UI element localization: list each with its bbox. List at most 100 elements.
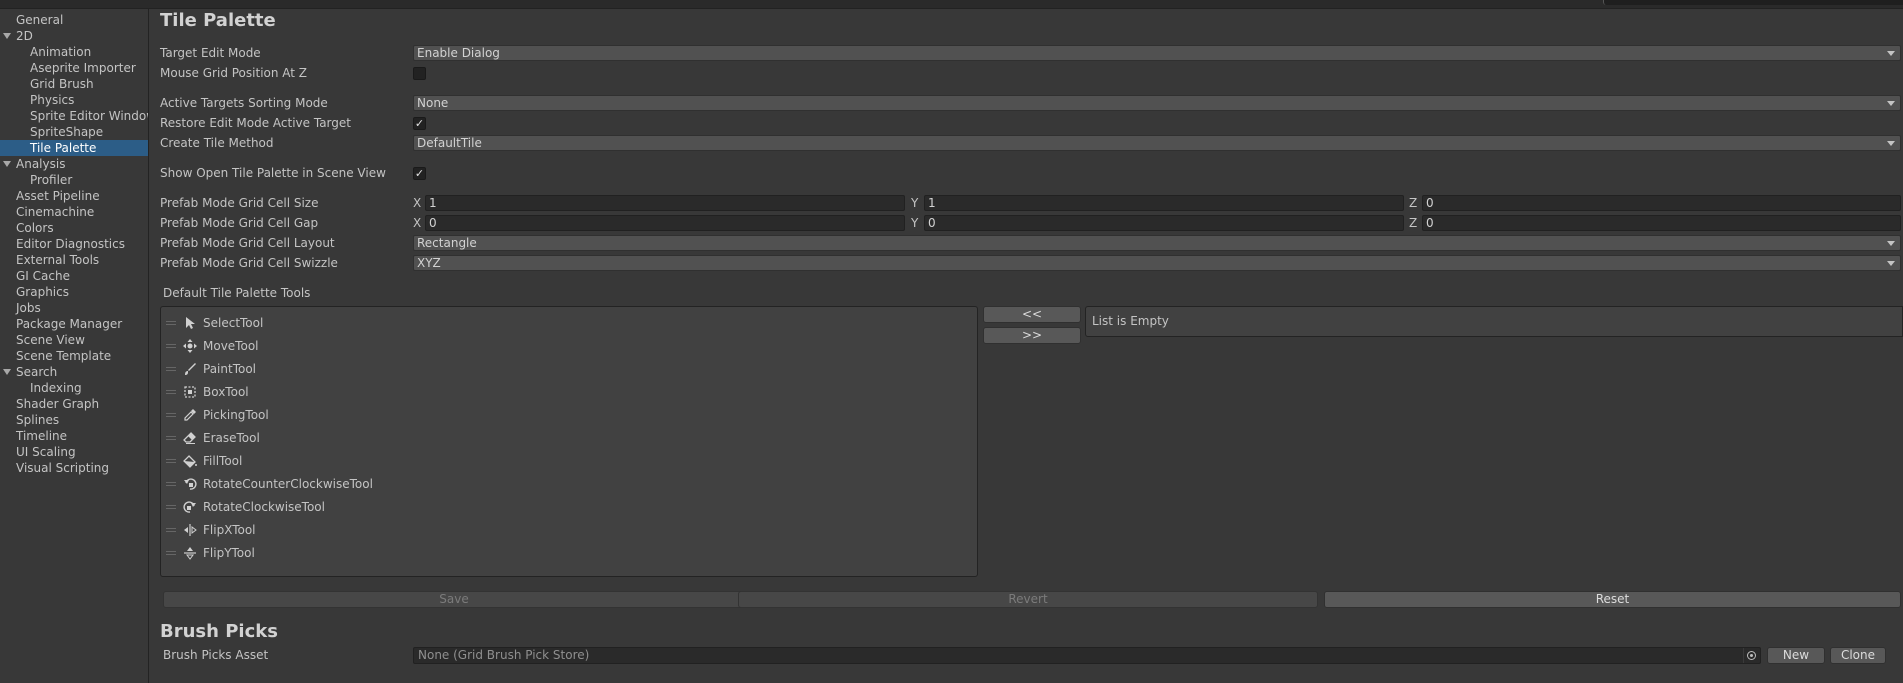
restore-edit-mode-checkbox[interactable]: ✓ — [413, 117, 426, 130]
list-item[interactable]: EraseTool — [161, 427, 977, 450]
cell-layout-dropdown[interactable]: Rectangle — [413, 235, 1901, 251]
cell-swizzle-dropdown[interactable]: XYZ — [413, 255, 1901, 271]
sidebar-item-tile-palette[interactable]: Tile Palette — [0, 140, 148, 156]
object-picker-icon[interactable] — [1747, 651, 1756, 660]
sidebar-item-general[interactable]: General — [0, 12, 148, 28]
create-tile-method-label: Create Tile Method — [160, 136, 274, 150]
list-item[interactable]: RotateClockwiseTool — [161, 496, 977, 519]
list-item[interactable]: SelectTool — [161, 312, 977, 335]
drag-handle-icon[interactable] — [166, 413, 176, 417]
list-item[interactable]: FillTool — [161, 450, 977, 473]
target-edit-mode-dropdown[interactable]: Enable Dialog — [413, 45, 1901, 61]
sidebar-item-sprite-editor-window[interactable]: Sprite Editor Window — [0, 108, 148, 124]
cell-size-x-field[interactable]: 1 — [425, 195, 905, 211]
expand-arrow-icon[interactable] — [3, 369, 11, 375]
sidebar-item-aseprite-importer[interactable]: Aseprite Importer — [0, 60, 148, 76]
sidebar-item-cinemachine[interactable]: Cinemachine — [0, 204, 148, 220]
sidebar-item-indexing[interactable]: Indexing — [0, 380, 148, 396]
sidebar-item-label: Physics — [30, 93, 75, 107]
list-item[interactable]: FlipXTool — [161, 519, 977, 542]
clone-button[interactable]: Clone — [1830, 647, 1886, 664]
sidebar-item-shader-graph[interactable]: Shader Graph — [0, 396, 148, 412]
cell-size-y-field[interactable]: 1 — [924, 195, 1404, 211]
sidebar-item-label: Indexing — [30, 381, 82, 395]
sidebar-item-splines[interactable]: Splines — [0, 412, 148, 428]
sidebar-item-2d[interactable]: 2D — [0, 28, 148, 44]
list-item[interactable]: FlipYTool — [161, 542, 977, 565]
sidebar-item-animation[interactable]: Animation — [0, 44, 148, 60]
sidebar-item-colors[interactable]: Colors — [0, 220, 148, 236]
sidebar-item-label: Tile Palette — [30, 141, 97, 155]
sidebar-item-asset-pipeline[interactable]: Asset Pipeline — [0, 188, 148, 204]
list-item[interactable]: BoxTool — [161, 381, 977, 404]
list-item[interactable]: PaintTool — [161, 358, 977, 381]
cell-gap-x-field[interactable]: 0 — [425, 215, 905, 231]
list-item[interactable]: PickingTool — [161, 404, 977, 427]
cell-size-label: Prefab Mode Grid Cell Size — [160, 196, 319, 210]
list-item[interactable]: RotateCounterClockwiseTool — [161, 473, 977, 496]
drag-handle-icon[interactable] — [166, 505, 176, 509]
tool-name: SelectTool — [203, 316, 264, 330]
brush-picks-asset-field[interactable]: None (Grid Brush Pick Store) — [413, 647, 1761, 664]
create-tile-method-dropdown[interactable]: DefaultTile — [413, 135, 1901, 151]
expand-arrow-icon[interactable] — [3, 33, 11, 39]
drag-handle-icon[interactable] — [166, 390, 176, 394]
sidebar-item-visual-scripting[interactable]: Visual Scripting — [0, 460, 148, 476]
empty-list-text: List is Empty — [1092, 314, 1169, 328]
save-button[interactable]: Save — [163, 591, 745, 608]
drag-handle-icon[interactable] — [166, 367, 176, 371]
expand-arrow-icon[interactable] — [3, 161, 11, 167]
sidebar-item-jobs[interactable]: Jobs — [0, 300, 148, 316]
mouse-grid-position-checkbox[interactable] — [413, 67, 426, 80]
drag-handle-icon[interactable] — [166, 482, 176, 486]
show-open-tile-palette-label: Show Open Tile Palette in Scene View — [160, 166, 386, 180]
revert-button[interactable]: Revert — [738, 591, 1318, 608]
tool-name: FlipYTool — [203, 546, 255, 560]
move-right-button[interactable]: >> — [983, 327, 1081, 344]
sidebar-item-gi-cache[interactable]: GI Cache — [0, 268, 148, 284]
sidebar-item-spriteshape[interactable]: SpriteShape — [0, 124, 148, 140]
sidebar-item-grid-brush[interactable]: Grid Brush — [0, 76, 148, 92]
brush-picks-title: Brush Picks — [160, 621, 278, 642]
drag-handle-icon[interactable] — [166, 344, 176, 348]
drag-handle-icon[interactable] — [166, 551, 176, 555]
cell-gap-y-field[interactable]: 0 — [924, 215, 1404, 231]
sidebar-item-label: Editor Diagnostics — [16, 237, 125, 251]
chevron-down-icon — [1887, 241, 1895, 246]
top-search-field[interactable] — [1603, 0, 1903, 5]
sidebar-item-physics[interactable]: Physics — [0, 92, 148, 108]
drag-handle-icon[interactable] — [166, 321, 176, 325]
cell-gap-x-axis-label: X — [413, 216, 422, 230]
sidebar-item-external-tools[interactable]: External Tools — [0, 252, 148, 268]
chevron-down-icon — [1887, 141, 1895, 146]
sidebar-item-package-manager[interactable]: Package Manager — [0, 316, 148, 332]
sidebar-item-label: 2D — [16, 29, 33, 43]
active-targets-sorting-dropdown[interactable]: None — [413, 95, 1901, 111]
move-left-button[interactable]: << — [983, 306, 1081, 323]
sidebar-item-editor-diagnostics[interactable]: Editor Diagnostics — [0, 236, 148, 252]
sidebar-item-timeline[interactable]: Timeline — [0, 428, 148, 444]
drag-handle-icon[interactable] — [166, 528, 176, 532]
sidebar-item-analysis[interactable]: Analysis — [0, 156, 148, 172]
sidebar-item-profiler[interactable]: Profiler — [0, 172, 148, 188]
default-tools-label: Default Tile Palette Tools — [163, 286, 311, 300]
fill-icon — [183, 455, 197, 468]
new-button[interactable]: New — [1767, 647, 1825, 664]
cell-gap-z-field[interactable]: 0 — [1422, 215, 1901, 231]
tool-name: EraseTool — [203, 431, 260, 445]
drag-handle-icon[interactable] — [166, 436, 176, 440]
sidebar-item-search[interactable]: Search — [0, 364, 148, 380]
cell-size-z-field[interactable]: 0 — [1422, 195, 1901, 211]
drag-handle-icon[interactable] — [166, 459, 176, 463]
sidebar-item-graphics[interactable]: Graphics — [0, 284, 148, 300]
reset-button[interactable]: Reset — [1324, 591, 1901, 608]
show-open-tile-palette-checkbox[interactable]: ✓ — [413, 167, 426, 180]
move-icon — [183, 339, 197, 353]
sidebar-item-ui-scaling[interactable]: UI Scaling — [0, 444, 148, 460]
flip-x-icon — [184, 524, 197, 536]
list-item[interactable]: MoveTool — [161, 335, 977, 358]
sidebar-item-scene-template[interactable]: Scene Template — [0, 348, 148, 364]
box-icon — [184, 386, 196, 398]
sidebar-item-scene-view[interactable]: Scene View — [0, 332, 148, 348]
sidebar-item-label: External Tools — [16, 253, 100, 267]
